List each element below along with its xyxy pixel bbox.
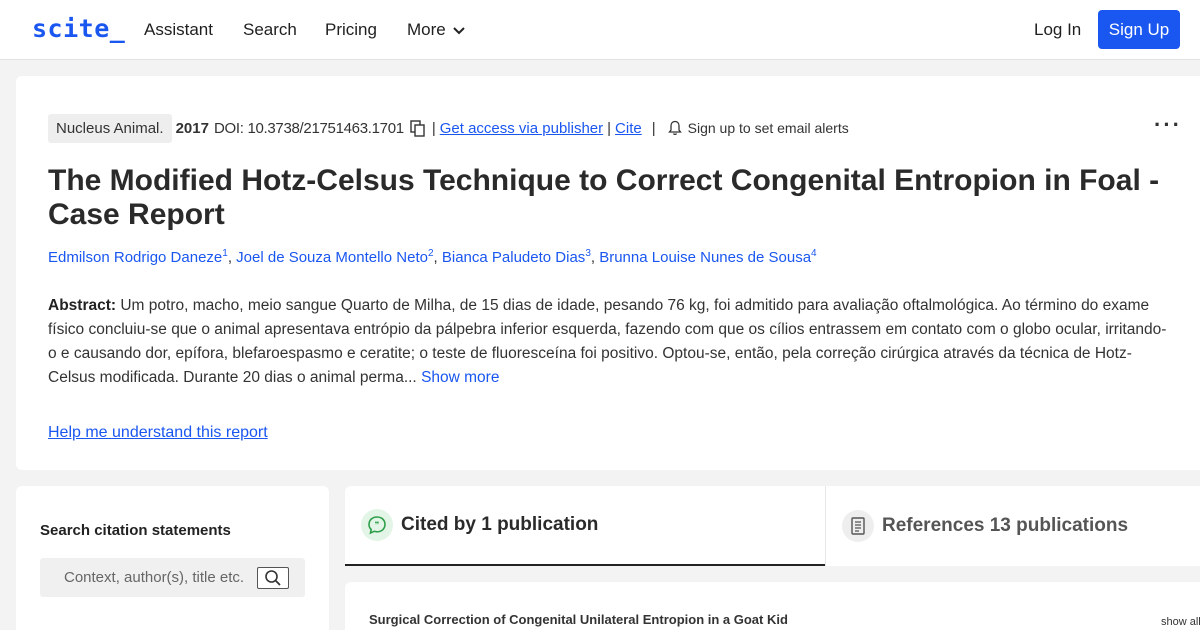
paper-details-card: Nucleus Animal. 2017 DOI: 10.3738/217514…: [16, 76, 1200, 470]
cited-by-icon: ❞: [361, 509, 393, 541]
copy-icon[interactable]: [410, 119, 426, 137]
paper-meta-row: Nucleus Animal. 2017 DOI: 10.3738/217514…: [48, 112, 849, 144]
author-link[interactable]: Joel de Souza Montello Neto2: [236, 248, 433, 266]
publication-year: 2017: [175, 119, 209, 137]
author-list: Edmilson Rodrigo Daneze1, Joel de Souza …: [48, 248, 817, 266]
citation-card: Surgical Correction of Congenital Unilat…: [345, 582, 1200, 630]
tab-cited-by[interactable]: ❞ Cited by 1 publication: [345, 486, 825, 566]
author-link[interactable]: Brunna Louise Nunes de Sousa4: [599, 248, 816, 266]
abstract: Abstract: Um potro, macho, meio sangue Q…: [48, 294, 1168, 390]
tab-references[interactable]: References 13 publications: [825, 486, 1200, 566]
paper-title: The Modified Hotz-Celsus Technique to Co…: [48, 164, 1160, 231]
help-understand-link[interactable]: Help me understand this report: [48, 424, 268, 442]
author-link[interactable]: Bianca Paludeto Dias3: [442, 248, 591, 266]
more-options-icon[interactable]: ···: [1154, 112, 1182, 138]
search-citations-panel: Search citation statements: [16, 486, 329, 630]
cite-link[interactable]: Cite: [615, 120, 642, 137]
scite-logo[interactable]: scite_: [32, 14, 125, 43]
svg-text:❞: ❞: [375, 521, 380, 530]
show-all-link[interactable]: show all: [1161, 616, 1200, 628]
document-icon: [842, 510, 874, 542]
nav-more-label: More: [407, 20, 446, 39]
nav-assistant[interactable]: Assistant: [144, 20, 213, 40]
nav-more-dropdown[interactable]: More: [407, 20, 466, 40]
login-link[interactable]: Log In: [1034, 20, 1081, 40]
doi-text: DOI: 10.3738/21751463.1701: [213, 119, 404, 137]
show-more-link[interactable]: Show more: [421, 369, 499, 386]
abstract-text: Um potro, macho, meio sangue Quarto de M…: [48, 297, 1167, 386]
abstract-label: Abstract:: [48, 297, 117, 314]
signup-button[interactable]: Sign Up: [1098, 10, 1180, 49]
email-alerts-link[interactable]: Sign up to set email alerts: [688, 120, 849, 136]
tab-cited-label: Cited by 1 publication: [401, 514, 599, 535]
citation-search-input[interactable]: [40, 558, 262, 597]
search-button[interactable]: [257, 567, 289, 589]
separator: |: [431, 119, 436, 137]
journal-tag[interactable]: Nucleus Animal.: [48, 113, 172, 143]
citation-tabs: ❞ Cited by 1 publication References 13 p…: [345, 486, 1200, 566]
get-access-link[interactable]: Get access via publisher: [440, 120, 603, 137]
search-box: [40, 558, 305, 597]
top-navigation-bar: scite_ Assistant Search Pricing More Log…: [0, 0, 1200, 60]
author-link[interactable]: Edmilson Rodrigo Daneze1: [48, 248, 228, 266]
separator: |: [651, 119, 656, 137]
search-icon: [265, 570, 281, 586]
chevron-down-icon: [453, 27, 465, 35]
nav-search[interactable]: Search: [243, 20, 297, 40]
nav-pricing[interactable]: Pricing: [325, 20, 377, 40]
bell-icon[interactable]: [667, 120, 682, 136]
tab-references-label: References 13 publications: [882, 515, 1129, 536]
search-panel-title: Search citation statements: [40, 522, 231, 539]
separator: |: [607, 119, 612, 137]
citing-paper-title[interactable]: Surgical Correction of Congenital Unilat…: [369, 612, 788, 627]
